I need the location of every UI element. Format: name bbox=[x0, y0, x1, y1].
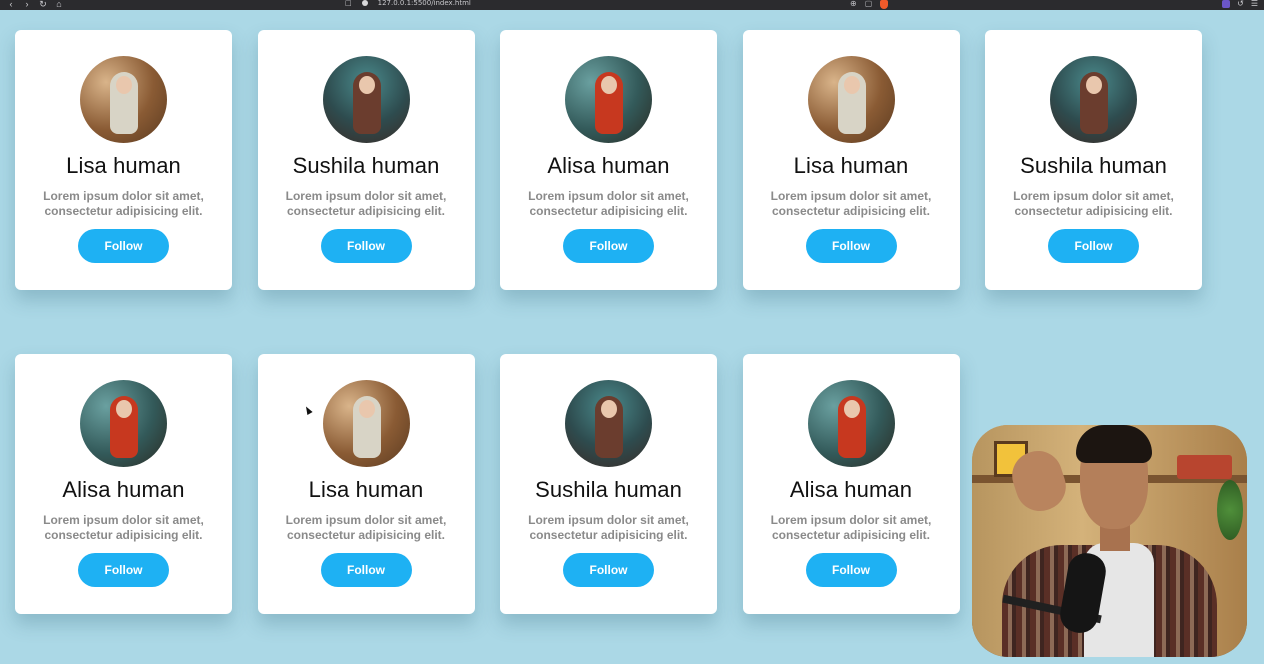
profile-card: Lisa human Lorem ipsum dolor sit amet, c… bbox=[15, 30, 232, 290]
home-icon[interactable]: ⌂ bbox=[54, 0, 64, 9]
profile-description: Lorem ipsum dolor sit amet, consectetur … bbox=[770, 513, 932, 542]
follow-button[interactable]: Follow bbox=[1048, 229, 1139, 263]
back-icon[interactable]: ‹ bbox=[6, 0, 16, 9]
avatar bbox=[322, 380, 410, 467]
profile-name: Sushila human bbox=[292, 153, 440, 178]
profile-description: Lorem ipsum dolor sit amet, consectetur … bbox=[285, 513, 447, 542]
menu-icon[interactable]: ☰ bbox=[1251, 0, 1258, 9]
profile-description: Lorem ipsum dolor sit amet, consectetur … bbox=[528, 189, 689, 218]
plant-icon bbox=[1217, 480, 1243, 540]
avatar bbox=[80, 56, 167, 143]
follow-button[interactable]: Follow bbox=[320, 553, 412, 587]
brave-shield-icon[interactable] bbox=[880, 0, 889, 9]
avatar bbox=[80, 380, 167, 467]
avatar bbox=[807, 56, 895, 143]
sync-icon[interactable]: ↺ bbox=[1237, 0, 1244, 9]
profile-card: Sushila human Lorem ipsum dolor sit amet… bbox=[500, 354, 717, 614]
avatar bbox=[1050, 56, 1137, 143]
follow-button[interactable]: Follow bbox=[563, 553, 654, 587]
follow-button[interactable]: Follow bbox=[320, 229, 412, 263]
profile-description: Lorem ipsum dolor sit amet, consectetur … bbox=[43, 189, 204, 218]
follow-button[interactable]: Follow bbox=[78, 229, 169, 263]
profile-name: Sushila human bbox=[535, 477, 682, 502]
extension-icon[interactable] bbox=[1222, 0, 1231, 8]
profile-card: Alisa human Lorem ipsum dolor sit amet, … bbox=[15, 354, 232, 614]
profile-description: Lorem ipsum dolor sit amet, consectetur … bbox=[285, 189, 447, 218]
bookmark-icon[interactable]: □ bbox=[345, 0, 352, 8]
browser-toolbar: ‹ › ↻ ⌂ □ 127.0.0.1:5500/index.html ⊕ ▢ … bbox=[0, 0, 1264, 10]
site-info-icon[interactable] bbox=[361, 0, 368, 6]
forward-icon[interactable]: › bbox=[22, 0, 32, 9]
profile-description: Lorem ipsum dolor sit amet, consectetur … bbox=[43, 513, 204, 542]
profile-name: Alisa human bbox=[62, 477, 185, 502]
follow-button[interactable]: Follow bbox=[805, 553, 897, 587]
profile-card: Alisa human Lorem ipsum dolor sit amet, … bbox=[742, 354, 960, 614]
profile-description: Lorem ipsum dolor sit amet, consectetur … bbox=[1013, 189, 1174, 218]
share-icon[interactable]: ▢ bbox=[865, 0, 873, 9]
profile-card: Sushila human Lorem ipsum dolor sit amet… bbox=[985, 30, 1202, 290]
profile-card: Alisa human Lorem ipsum dolor sit amet, … bbox=[500, 30, 717, 290]
follow-button[interactable]: Follow bbox=[805, 229, 897, 263]
profile-name: Lisa human bbox=[793, 153, 909, 178]
zoom-icon[interactable]: ⊕ bbox=[850, 0, 857, 9]
avatar bbox=[565, 380, 652, 467]
profile-card: Sushila human Lorem ipsum dolor sit amet… bbox=[257, 30, 475, 290]
profile-description: Lorem ipsum dolor sit amet, consectetur … bbox=[770, 189, 932, 218]
profile-name: Alisa human bbox=[547, 153, 670, 178]
profile-name: Lisa human bbox=[308, 477, 424, 502]
profile-description: Lorem ipsum dolor sit amet, consectetur … bbox=[528, 513, 689, 542]
avatar bbox=[565, 56, 652, 143]
avatar bbox=[807, 380, 895, 467]
follow-button[interactable]: Follow bbox=[78, 553, 169, 587]
profile-card: Lisa human Lorem ipsum dolor sit amet, c… bbox=[742, 30, 960, 290]
avatar bbox=[322, 56, 410, 143]
follow-button[interactable]: Follow bbox=[563, 229, 654, 263]
profile-name: Alisa human bbox=[789, 477, 913, 502]
address-bar[interactable]: 127.0.0.1:5500/index.html bbox=[378, 0, 471, 8]
profile-name: Lisa human bbox=[66, 153, 181, 178]
webcam-overlay bbox=[972, 425, 1247, 657]
reload-icon[interactable]: ↻ bbox=[38, 0, 48, 9]
profile-name: Sushila human bbox=[1020, 153, 1167, 178]
profile-card: Lisa human Lorem ipsum dolor sit amet, c… bbox=[257, 354, 475, 614]
